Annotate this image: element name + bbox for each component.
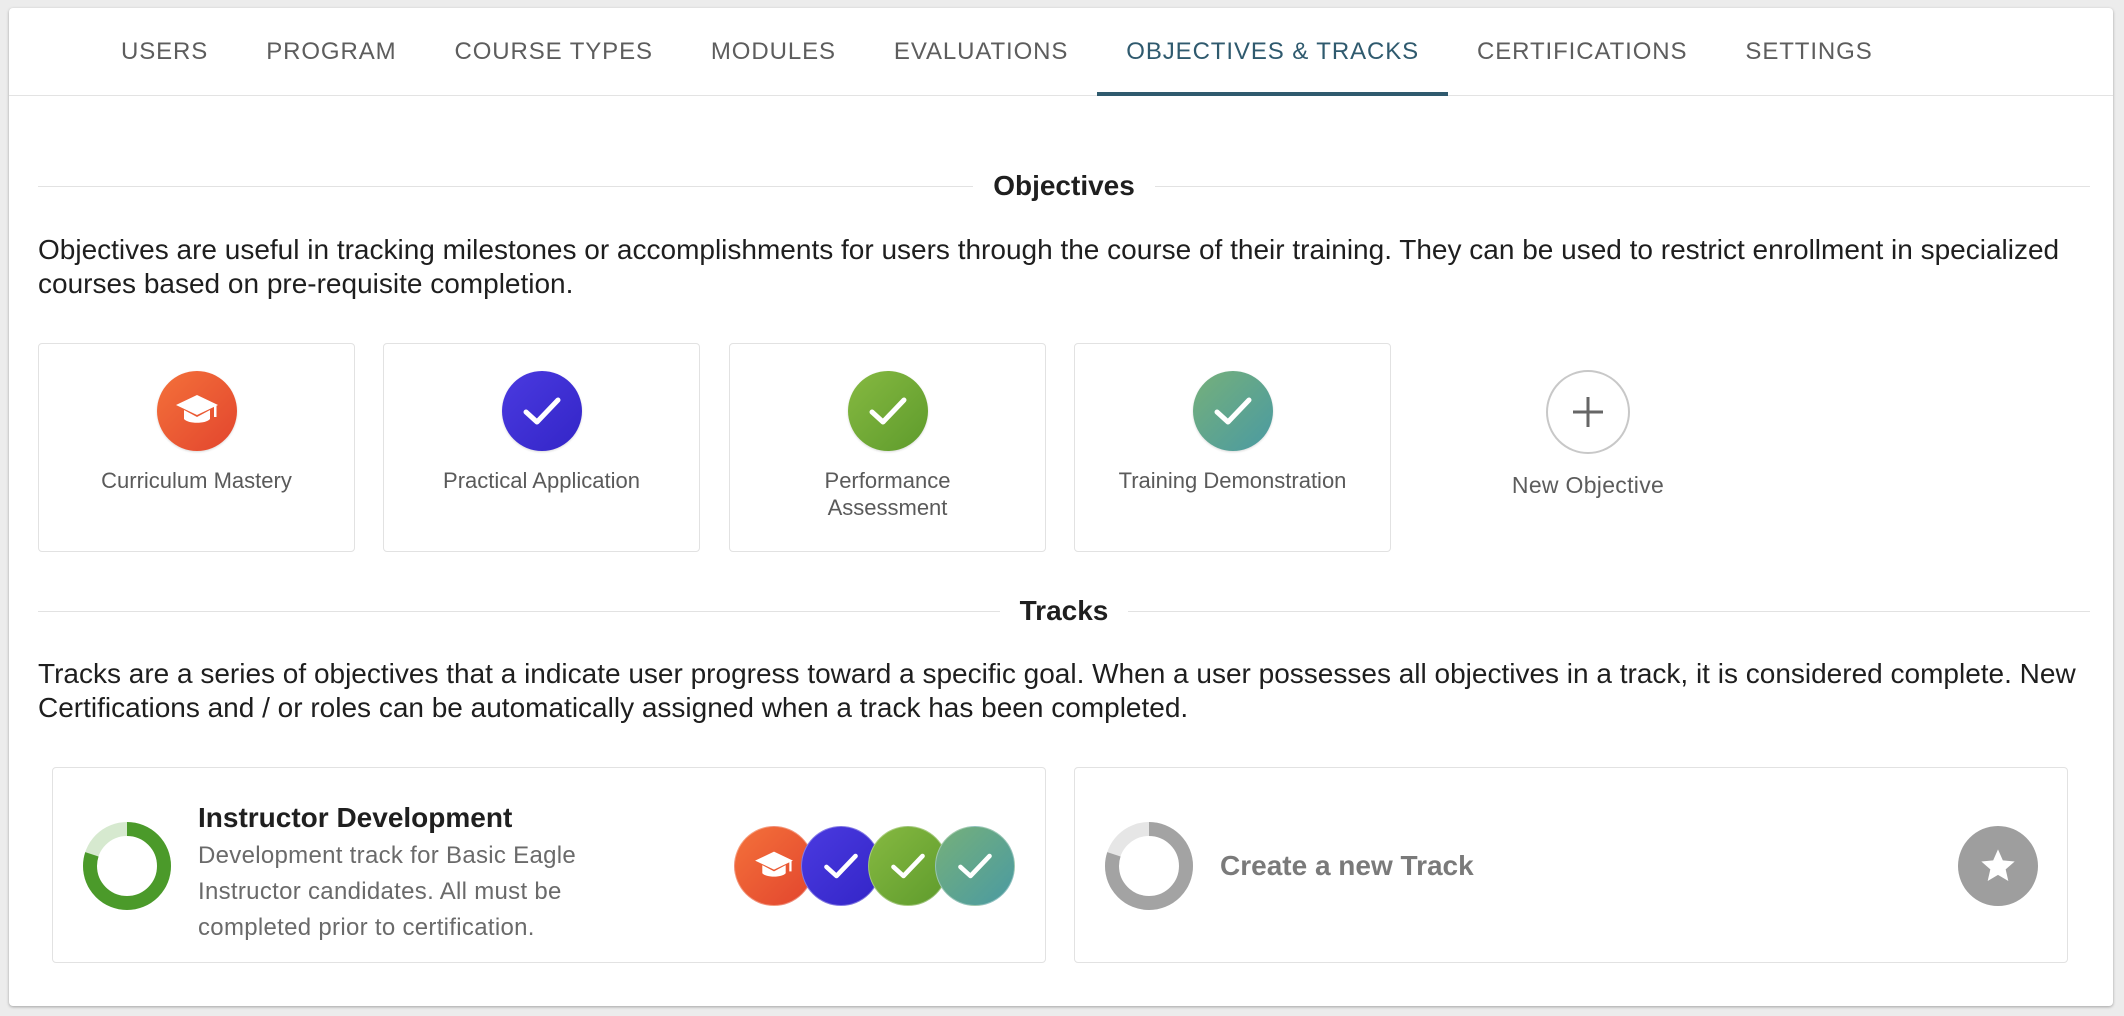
objective-card-curriculum-mastery[interactable]: Curriculum Mastery	[38, 343, 355, 552]
objective-card-practical-application[interactable]: Practical Application	[383, 343, 700, 552]
tab-certifications[interactable]: CERTIFICATIONS	[1448, 8, 1716, 95]
progress-ring	[83, 822, 171, 910]
tracks-header: Tracks	[38, 591, 2090, 631]
tracks-description: Tracks are a series of objectives that a…	[38, 658, 2076, 723]
track-title: Instructor Development	[198, 802, 513, 833]
create-track-label: Create a new Track	[1220, 850, 1474, 881]
objective-card-training-demonstration[interactable]: Training Demonstration	[1074, 343, 1391, 552]
new-objective-button[interactable]: New Objective	[1493, 370, 1683, 499]
star-icon	[1958, 826, 2038, 906]
graduation-cap-icon	[156, 371, 237, 451]
tab-program[interactable]: PROGRAM	[237, 8, 425, 95]
new-objective-label: New Objective	[1511, 472, 1665, 498]
objective-label: Curriculum Mastery	[101, 468, 292, 493]
tab-objectives-tracks[interactable]: OBJECTIVES & TRACKS	[1097, 8, 1448, 96]
tracks-title: Tracks	[1019, 595, 1109, 626]
objective-label: Training Demonstration	[1118, 468, 1347, 493]
check-icon	[847, 371, 928, 451]
divider	[1128, 610, 2090, 612]
tab-users[interactable]: USERS	[92, 8, 237, 95]
divider	[38, 610, 1000, 612]
tab-bar: USERS PROGRAM COURSE TYPES MODULES EVALU…	[9, 8, 2113, 96]
track-card-instructor-development[interactable]: Instructor Development Development track…	[52, 767, 1046, 963]
objective-card-performance-assessment[interactable]: Performance Assessment	[729, 343, 1046, 552]
create-track-button[interactable]: Create a new Track	[1074, 767, 2068, 963]
objective-label: Practical Application	[443, 468, 640, 493]
objectives-title: Objectives	[993, 170, 1135, 201]
track-description: Development track for Basic Eagle Instru…	[198, 842, 577, 941]
tab-modules[interactable]: MODULES	[682, 8, 865, 95]
plus-icon[interactable]	[1546, 370, 1630, 454]
tab-settings[interactable]: SETTINGS	[1716, 8, 1901, 95]
check-icon	[1192, 371, 1273, 451]
admin-panel: USERS PROGRAM COURSE TYPES MODULES EVALU…	[9, 8, 2113, 1006]
objective-label: Performance Assessment	[824, 468, 951, 520]
check-icon	[935, 826, 1015, 906]
divider	[38, 185, 974, 187]
tab-evaluations[interactable]: EVALUATIONS	[865, 8, 1097, 95]
divider	[1154, 185, 2091, 187]
objectives-description: Objectives are useful in tracking milest…	[38, 234, 2060, 299]
tab-course-types[interactable]: COURSE TYPES	[426, 8, 682, 95]
objectives-header: Objectives	[38, 166, 2091, 206]
track-objective-badges	[734, 826, 1034, 906]
check-icon	[501, 371, 582, 451]
empty-progress-ring	[1105, 822, 1193, 910]
